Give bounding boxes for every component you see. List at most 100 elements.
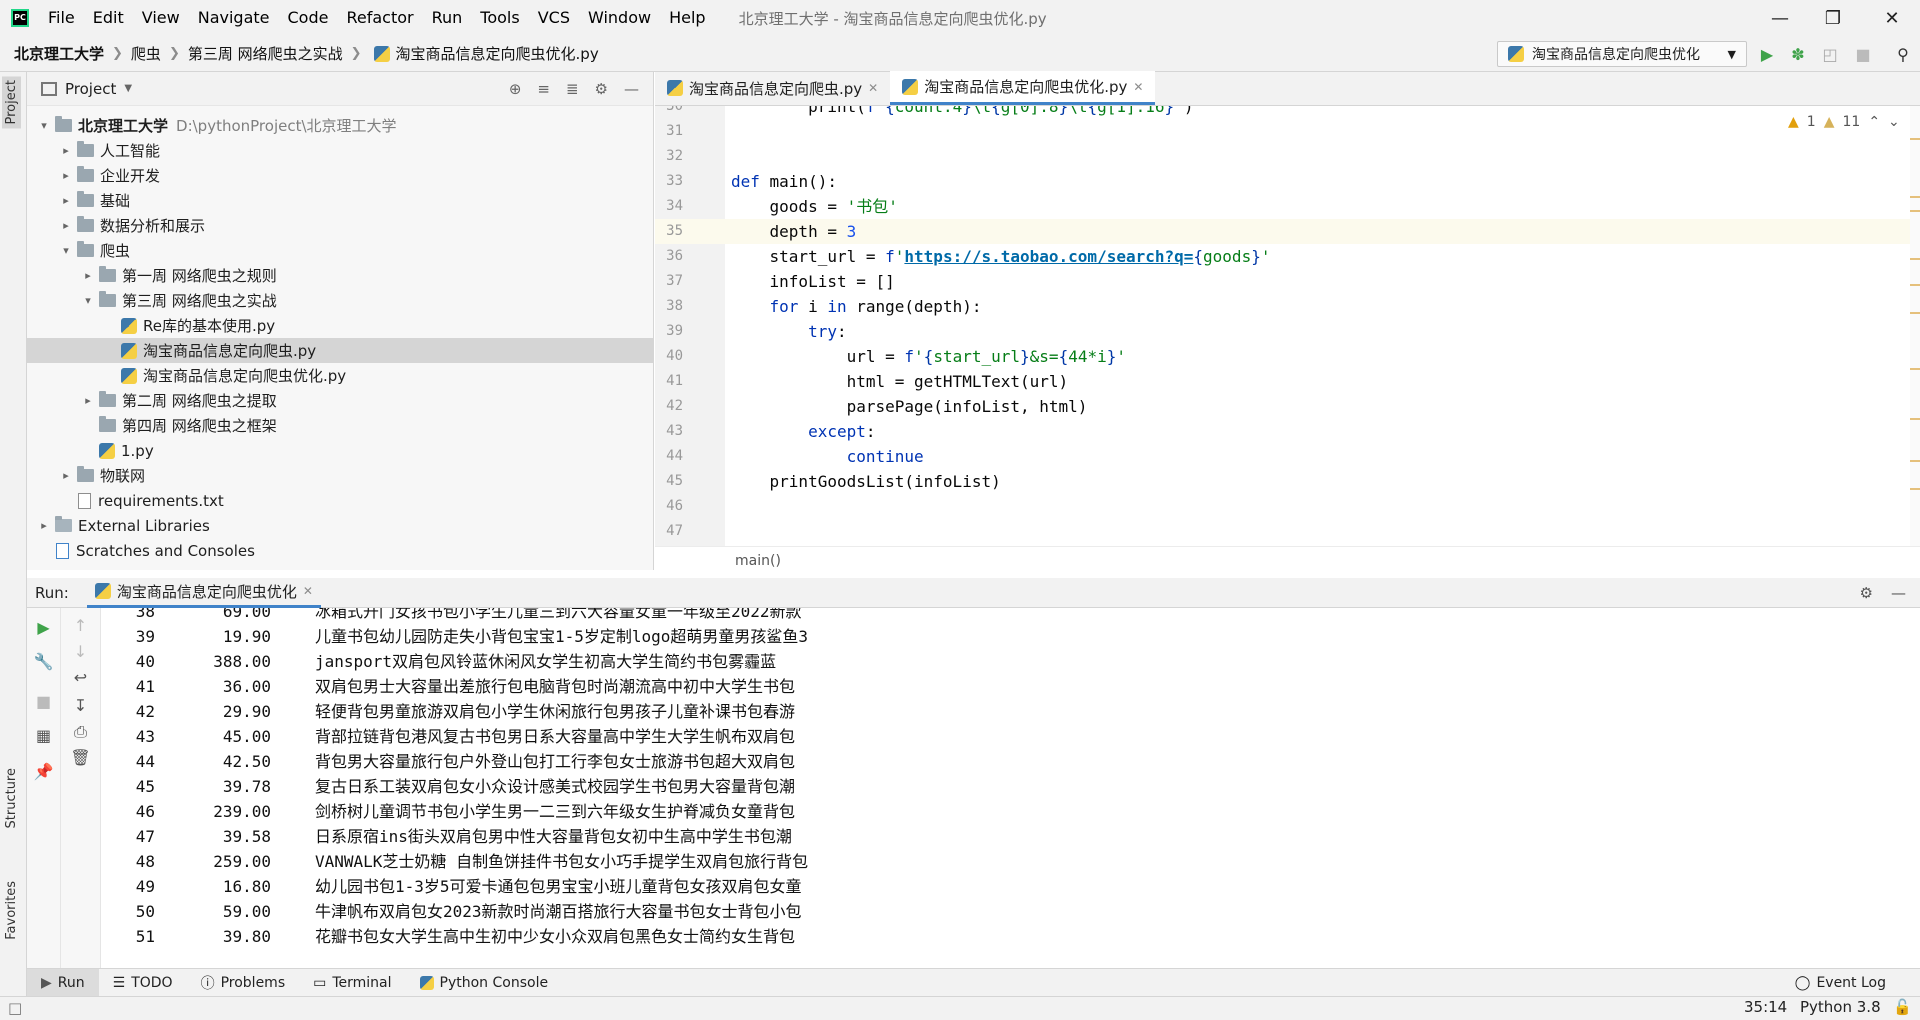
problems-tool-tab[interactable]: ⓘ Problems	[187, 969, 300, 997]
warning-mark[interactable]	[1910, 284, 1920, 286]
breadcrumb-root[interactable]: 北京理工大学	[14, 43, 104, 64]
menu-code[interactable]: Code	[279, 0, 338, 36]
code-line[interactable]: 37 infoList = []	[655, 269, 1910, 294]
chevron-right-icon[interactable]: ▸	[81, 269, 95, 282]
menu-refactor[interactable]: Refactor	[337, 0, 422, 36]
chevron-down-icon[interactable]: ⌄	[1888, 114, 1900, 130]
code-line[interactable]: 38 for i in range(depth):	[655, 294, 1910, 319]
code-line[interactable]: 45 printGoodsList(infoList)	[655, 469, 1910, 494]
code-line[interactable]: 44 continue	[655, 444, 1910, 469]
chevron-right-icon[interactable]: ▸	[59, 469, 73, 482]
breadcrumb-folder[interactable]: 爬虫	[131, 43, 161, 64]
close-icon[interactable]: ✕	[1864, 0, 1920, 36]
chevron-right-icon[interactable]: ▸	[37, 519, 51, 532]
code-line[interactable]: 36 start_url = f'https://s.taobao.com/se…	[655, 244, 1910, 269]
warning-mark[interactable]	[1910, 138, 1920, 140]
menu-edit[interactable]: Edit	[84, 0, 133, 36]
tree-item[interactable]: ▸ 第二周 网络爬虫之提取	[27, 388, 654, 413]
code-line[interactable]: 31	[655, 119, 1910, 144]
tree-item[interactable]: ▸ 第一周 网络爬虫之规则	[27, 263, 654, 288]
trash-icon[interactable]: 🗑	[61, 748, 100, 767]
gear-icon[interactable]: ⚙	[595, 80, 608, 98]
soft-wrap-icon[interactable]: ↩	[61, 668, 100, 687]
restore-icon[interactable]: ❐	[1805, 0, 1861, 36]
todo-tool-tab[interactable]: ☰ TODO	[99, 969, 187, 997]
code-line[interactable]: 30 print(f'{count:4}\t{g[0]:8}\t{g[1]:16…	[655, 106, 1910, 119]
event-log-tool-tab[interactable]: ◯ Event Log	[1781, 969, 1900, 997]
console-output[interactable]: 38 69.00 冰箱式开门女孩书包小学生儿童三到六大容量女童一年级至2022新款 3…	[101, 608, 1911, 968]
tree-item[interactable]: 淘宝商品信息定向爬虫优化.py	[27, 363, 654, 388]
code-line[interactable]: 42 parsePage(infoList, html)	[655, 394, 1910, 419]
warning-mark[interactable]	[1910, 460, 1920, 462]
run-configuration-select[interactable]: 淘宝商品信息定向爬虫优化 ▼	[1497, 41, 1747, 67]
tree-item[interactable]: 淘宝商品信息定向爬虫.py	[27, 338, 654, 363]
chevron-right-icon[interactable]: ▸	[59, 194, 73, 207]
tree-item[interactable]: ▸ External Libraries	[27, 513, 654, 538]
run-tab[interactable]: 淘宝商品信息定向爬虫优化 ✕	[86, 578, 321, 608]
tree-item[interactable]: ▾ 北京理工大学 D:\pythonProject\北京理工大学	[27, 113, 654, 138]
warning-mark[interactable]	[1910, 368, 1920, 370]
print-icon[interactable]: ⎙	[61, 722, 100, 742]
code-line[interactable]: 34 goods = '书包'	[655, 194, 1910, 219]
caret-position[interactable]: 35:14	[1744, 998, 1787, 1016]
terminal-tool-tab[interactable]: ▭ Terminal	[299, 969, 405, 997]
chevron-right-icon[interactable]: ▸	[81, 394, 95, 407]
tree-item[interactable]: ▾ 第三周 网络爬虫之实战	[27, 288, 654, 313]
chevron-up-icon[interactable]: ⌃	[1868, 114, 1880, 130]
warning-mark[interactable]	[1910, 312, 1920, 314]
run-tool-tab[interactable]: ▶ Run	[27, 968, 99, 997]
menu-run[interactable]: Run	[423, 0, 472, 36]
chevron-down-icon[interactable]: ▾	[81, 294, 95, 307]
breadcrumb-file[interactable]: 淘宝商品信息定向爬虫优化.py	[370, 43, 599, 64]
run-icon[interactable]: ▶	[1756, 44, 1778, 64]
menu-window[interactable]: Window	[579, 0, 660, 36]
code-editor[interactable]: 30 print(f'{count:4}\t{g[0]:8}\t{g[1]:16…	[655, 106, 1920, 546]
menu-help[interactable]: Help	[660, 0, 714, 36]
tree-item[interactable]: ▸ 企业开发	[27, 163, 654, 188]
code-line[interactable]: 33 def main():	[655, 169, 1910, 194]
close-icon[interactable]: ✕	[303, 584, 313, 598]
editor-tab-active[interactable]: 淘宝商品信息定向爬虫优化.py ✕	[890, 71, 1156, 105]
code-line[interactable]: 32	[655, 144, 1910, 169]
code-line[interactable]: 46	[655, 494, 1910, 519]
code-line[interactable]: 40 url = f'{start_url}&s={44*i}'	[655, 344, 1910, 369]
warning-mark[interactable]	[1910, 258, 1920, 260]
wrench-icon[interactable]: 🔧	[27, 652, 60, 671]
project-view-select[interactable]: Project	[65, 80, 116, 98]
tree-item[interactable]: 第四周 网络爬虫之框架	[27, 413, 654, 438]
structure-tool-tab[interactable]: Structure	[2, 764, 21, 832]
chevron-right-icon[interactable]: ▸	[59, 219, 73, 232]
tree-item[interactable]: Re库的基本使用.py	[27, 313, 654, 338]
hide-panel-icon[interactable]: —	[1891, 584, 1906, 602]
menu-view[interactable]: View	[133, 0, 189, 36]
breadcrumb-subfolder[interactable]: 第三周 网络爬虫之实战	[188, 43, 343, 64]
hide-panel-icon[interactable]: —	[624, 80, 639, 98]
inspection-widget[interactable]: ▲ 1 ▲ 11 ⌃ ⌄	[1788, 114, 1900, 130]
tree-item[interactable]: ▸ 基础	[27, 188, 654, 213]
chevron-down-icon[interactable]: ▼	[124, 83, 132, 94]
code-line[interactable]: 35 depth = 3	[655, 219, 1910, 244]
code-line[interactable]: 43 except:	[655, 419, 1910, 444]
pin-icon[interactable]: 📌	[27, 762, 60, 781]
favorites-tool-tab[interactable]: Favorites	[2, 877, 21, 944]
close-icon[interactable]: ✕	[868, 81, 878, 95]
rerun-icon[interactable]: ▶	[27, 618, 60, 637]
tree-item[interactable]: ▸ 人工智能	[27, 138, 654, 163]
coverage-icon[interactable]: ◰	[1819, 44, 1841, 64]
project-tool-tab[interactable]: Project	[2, 76, 21, 129]
chevron-down-icon[interactable]: ▾	[59, 244, 73, 257]
menu-tools[interactable]: Tools	[471, 0, 528, 36]
lock-icon[interactable]: 🔓	[1893, 998, 1912, 1016]
tree-item[interactable]: requirements.txt	[27, 488, 654, 513]
minimize-icon[interactable]: —	[1752, 0, 1808, 36]
locate-icon[interactable]: ⊕	[509, 80, 522, 98]
close-icon[interactable]: ✕	[1133, 80, 1143, 94]
arrow-down-icon[interactable]: ↓	[61, 642, 100, 661]
layout-icon[interactable]: ▦	[27, 726, 60, 745]
scroll-to-end-icon[interactable]: ↧	[61, 696, 100, 715]
code-line[interactable]: 39 try:	[655, 319, 1910, 344]
debug-icon[interactable]: ✽	[1787, 44, 1809, 64]
stop-icon[interactable]: ■	[1852, 44, 1874, 64]
expand-all-icon[interactable]: ≡	[537, 80, 550, 98]
tree-item[interactable]: ▾ 爬虫	[27, 238, 654, 263]
